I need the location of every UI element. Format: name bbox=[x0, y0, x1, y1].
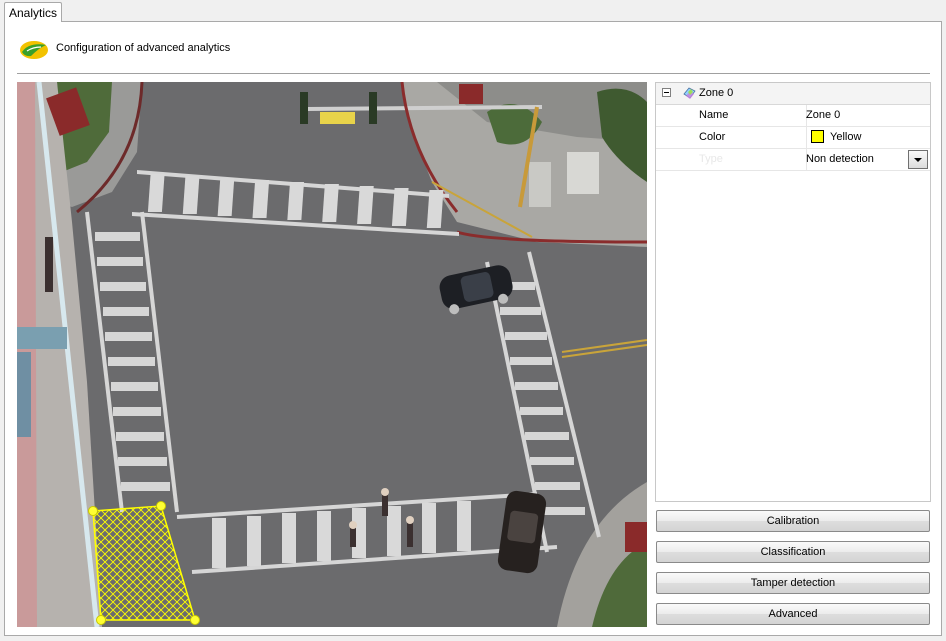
color-swatch bbox=[811, 130, 824, 143]
property-group-zone[interactable]: Zone 0 bbox=[656, 83, 930, 105]
classification-button[interactable]: Classification bbox=[656, 541, 930, 563]
calibration-button[interactable]: Calibration bbox=[656, 510, 930, 532]
property-row-type[interactable]: Type Non detection bbox=[656, 149, 930, 171]
tamper-detection-button[interactable]: Tamper detection bbox=[656, 572, 930, 594]
dropdown-arrow-icon[interactable] bbox=[908, 150, 928, 169]
property-key: Color bbox=[699, 131, 726, 143]
tab-label: Analytics bbox=[8, 5, 58, 20]
property-value-color[interactable]: Yellow bbox=[830, 131, 861, 143]
zone-handle[interactable] bbox=[96, 615, 106, 625]
property-value-name[interactable]: Zone 0 bbox=[806, 109, 840, 121]
type-select-value[interactable]: Non detection bbox=[806, 153, 874, 165]
column-divider bbox=[806, 127, 807, 148]
zone-handle[interactable] bbox=[190, 615, 200, 625]
zone-handle[interactable] bbox=[156, 501, 166, 511]
property-key: Type bbox=[699, 153, 723, 165]
property-key: Name bbox=[699, 109, 729, 121]
property-row-name[interactable]: Name Zone 0 bbox=[656, 105, 930, 127]
advanced-button[interactable]: Advanced bbox=[656, 603, 930, 625]
zone-handle[interactable] bbox=[88, 506, 98, 516]
zone-icon bbox=[683, 87, 696, 99]
analytics-logo-icon bbox=[20, 41, 48, 59]
header-divider bbox=[17, 73, 930, 74]
property-grid: Zone 0 Name Zone 0 Color Yellow Type Non… bbox=[655, 82, 931, 502]
collapse-icon[interactable] bbox=[662, 88, 671, 97]
tab-analytics[interactable]: Analytics bbox=[4, 2, 62, 22]
page-title: Configuration of advanced analytics bbox=[56, 42, 231, 54]
camera-view[interactable] bbox=[17, 82, 647, 627]
property-row-color[interactable]: Color Yellow bbox=[656, 127, 930, 149]
group-label: Zone 0 bbox=[699, 87, 734, 99]
